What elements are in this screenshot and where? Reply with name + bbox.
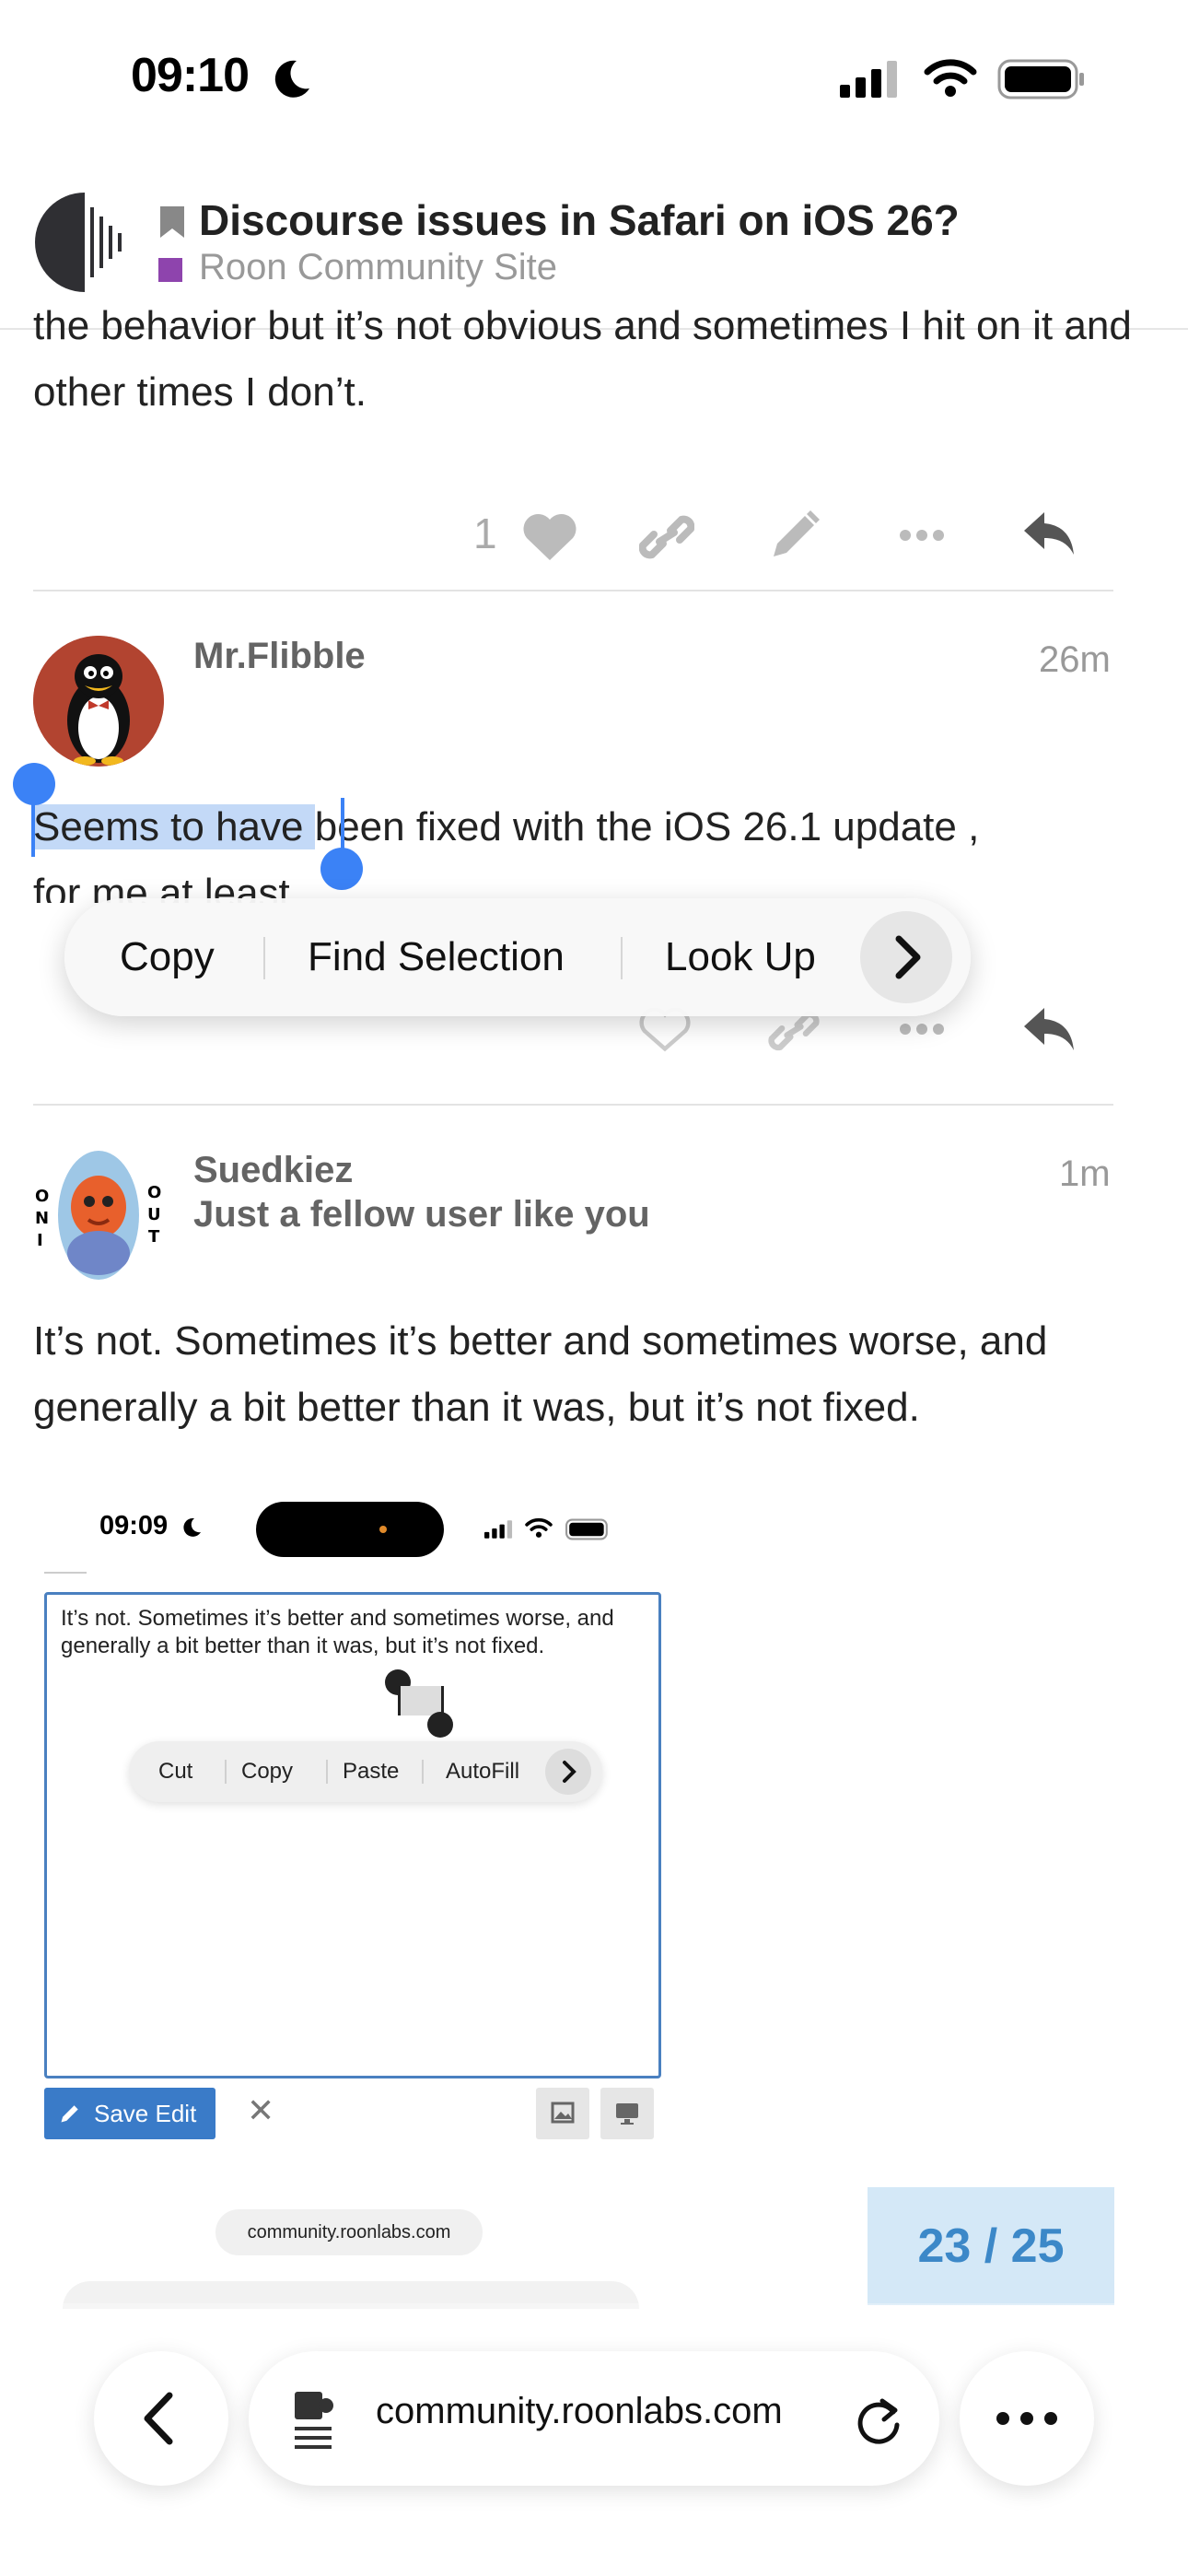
ellipsis-icon[interactable]: [899, 1023, 945, 1036]
scroll-indicator: [44, 1572, 87, 1574]
screenshot-time: 09:09: [99, 1511, 169, 1540]
previous-post-text: the behavior but it’s not obvious and so…: [33, 304, 1132, 415]
more-button[interactable]: [960, 2351, 1094, 2486]
reply-icon[interactable]: [1022, 509, 1076, 556]
battery-icon: [997, 59, 1084, 100]
menu-copy: Copy: [241, 1759, 294, 1784]
moon-icon: [183, 1517, 201, 1537]
menu-separator: [225, 1760, 227, 1784]
selection-end-handle: [427, 1712, 453, 1738]
ellipsis-icon: [996, 2412, 1057, 2425]
menu-find-selection[interactable]: Find Selection: [308, 898, 565, 1016]
wifi-icon: [525, 1517, 553, 1538]
bookmark-icon: [160, 206, 184, 238]
post-time[interactable]: 26m: [1039, 639, 1111, 681]
puzzle-extension-icon[interactable]: [291, 2386, 343, 2451]
post-username[interactable]: Mr.Flibble: [193, 636, 366, 677]
chevron-right-icon: [545, 1749, 591, 1795]
menu-separator: [422, 1760, 424, 1784]
reload-icon[interactable]: [855, 2394, 904, 2447]
pencil-icon: [61, 2105, 78, 2123]
post-text-line2: for me at least: [33, 871, 290, 903]
cellular-signal-icon: [484, 1520, 513, 1539]
topic-progress-label[interactable]: 23 / 25: [868, 2187, 1114, 2305]
cellular-signal-icon: [840, 61, 897, 98]
user-title: Just a fellow user like you: [193, 1194, 650, 1235]
ellipsis-icon[interactable]: [899, 529, 945, 542]
save-edit-button: Save Edit: [44, 2088, 215, 2139]
status-time: 09:10: [131, 49, 250, 102]
penguin-avatar-image: [33, 636, 164, 767]
selection-box: [398, 1686, 444, 1715]
svg-text:O: O: [147, 1183, 161, 1202]
link-icon[interactable]: [639, 512, 694, 562]
image-icon: [551, 2102, 575, 2124]
editor-text: It’s not. Sometimes it’s better and some…: [61, 1606, 614, 1658]
avatar[interactable]: [33, 636, 164, 767]
knit-mask-avatar-image: O N I O U T: [33, 1150, 164, 1281]
menu-more-button[interactable]: [860, 911, 952, 1003]
post-divider: [33, 1104, 1113, 1106]
selection-end-handle[interactable]: [320, 848, 363, 890]
svg-text:I: I: [37, 1231, 43, 1250]
save-edit-label: Save Edit: [94, 2100, 197, 2127]
image-upload-button: [536, 2088, 589, 2139]
desktop-icon: [616, 2103, 638, 2125]
address-url[interactable]: community.roonlabs.com: [376, 2391, 783, 2432]
roon-logo[interactable]: [33, 189, 133, 296]
selection-start-bar: [31, 798, 35, 857]
reply-icon[interactable]: [1022, 1004, 1076, 1052]
menu-separator: [621, 937, 623, 979]
post-time[interactable]: 1m: [1059, 1153, 1111, 1195]
close-icon: ✕: [247, 2091, 275, 2129]
chevron-right-icon: [895, 935, 921, 979]
menu-autofill: AutoFill: [446, 1759, 520, 1784]
category-link[interactable]: Roon Community Site: [199, 247, 557, 288]
selection-start-handle[interactable]: [13, 763, 55, 805]
menu-copy[interactable]: Copy: [120, 898, 215, 1016]
editor-context-menu: Cut Copy Paste AutoFill: [129, 1741, 602, 1802]
post-text: It’s not. Sometimes it’s better and some…: [33, 1318, 1048, 1430]
post-username[interactable]: Suedkiez: [193, 1150, 353, 1191]
selected-text[interactable]: Seems to have: [33, 804, 315, 849]
svg-text:T: T: [148, 1227, 160, 1247]
menu-cut: Cut: [158, 1759, 193, 1784]
avatar[interactable]: O N I O U T: [33, 1150, 164, 1281]
wifi-icon: [924, 59, 977, 97]
chevron-left-icon: [144, 2392, 173, 2445]
dynamic-island: [256, 1502, 444, 1557]
menu-separator: [263, 937, 265, 979]
battery-icon: [565, 1518, 608, 1540]
menu-separator: [326, 1760, 328, 1784]
post-divider: [33, 590, 1113, 591]
text-selection-menu: Copy Find Selection Look Up: [64, 898, 971, 1016]
topic-title[interactable]: Discourse issues in Safari on iOS 26?: [199, 195, 960, 245]
pencil-icon[interactable]: [768, 509, 821, 562]
like-count[interactable]: 1: [473, 509, 497, 558]
category-color-badge: [158, 258, 182, 282]
svg-text:O: O: [35, 1187, 49, 1206]
svg-text:U: U: [147, 1205, 161, 1224]
screenshot-url-pill: community.roonlabs.com: [215, 2209, 483, 2255]
heart-icon[interactable]: [521, 512, 578, 562]
back-button[interactable]: [94, 2351, 228, 2486]
menu-look-up[interactable]: Look Up: [665, 898, 816, 1016]
preview-toggle-button: [600, 2088, 654, 2139]
svg-text:N: N: [35, 1209, 49, 1228]
post-text-line1: Seems to have been fixed with the iOS 26…: [33, 804, 980, 849]
camera-dot: [379, 1526, 387, 1533]
editor-textarea[interactable]: [44, 1592, 661, 2078]
menu-paste: Paste: [343, 1759, 400, 1784]
moon-icon: [274, 60, 309, 98]
